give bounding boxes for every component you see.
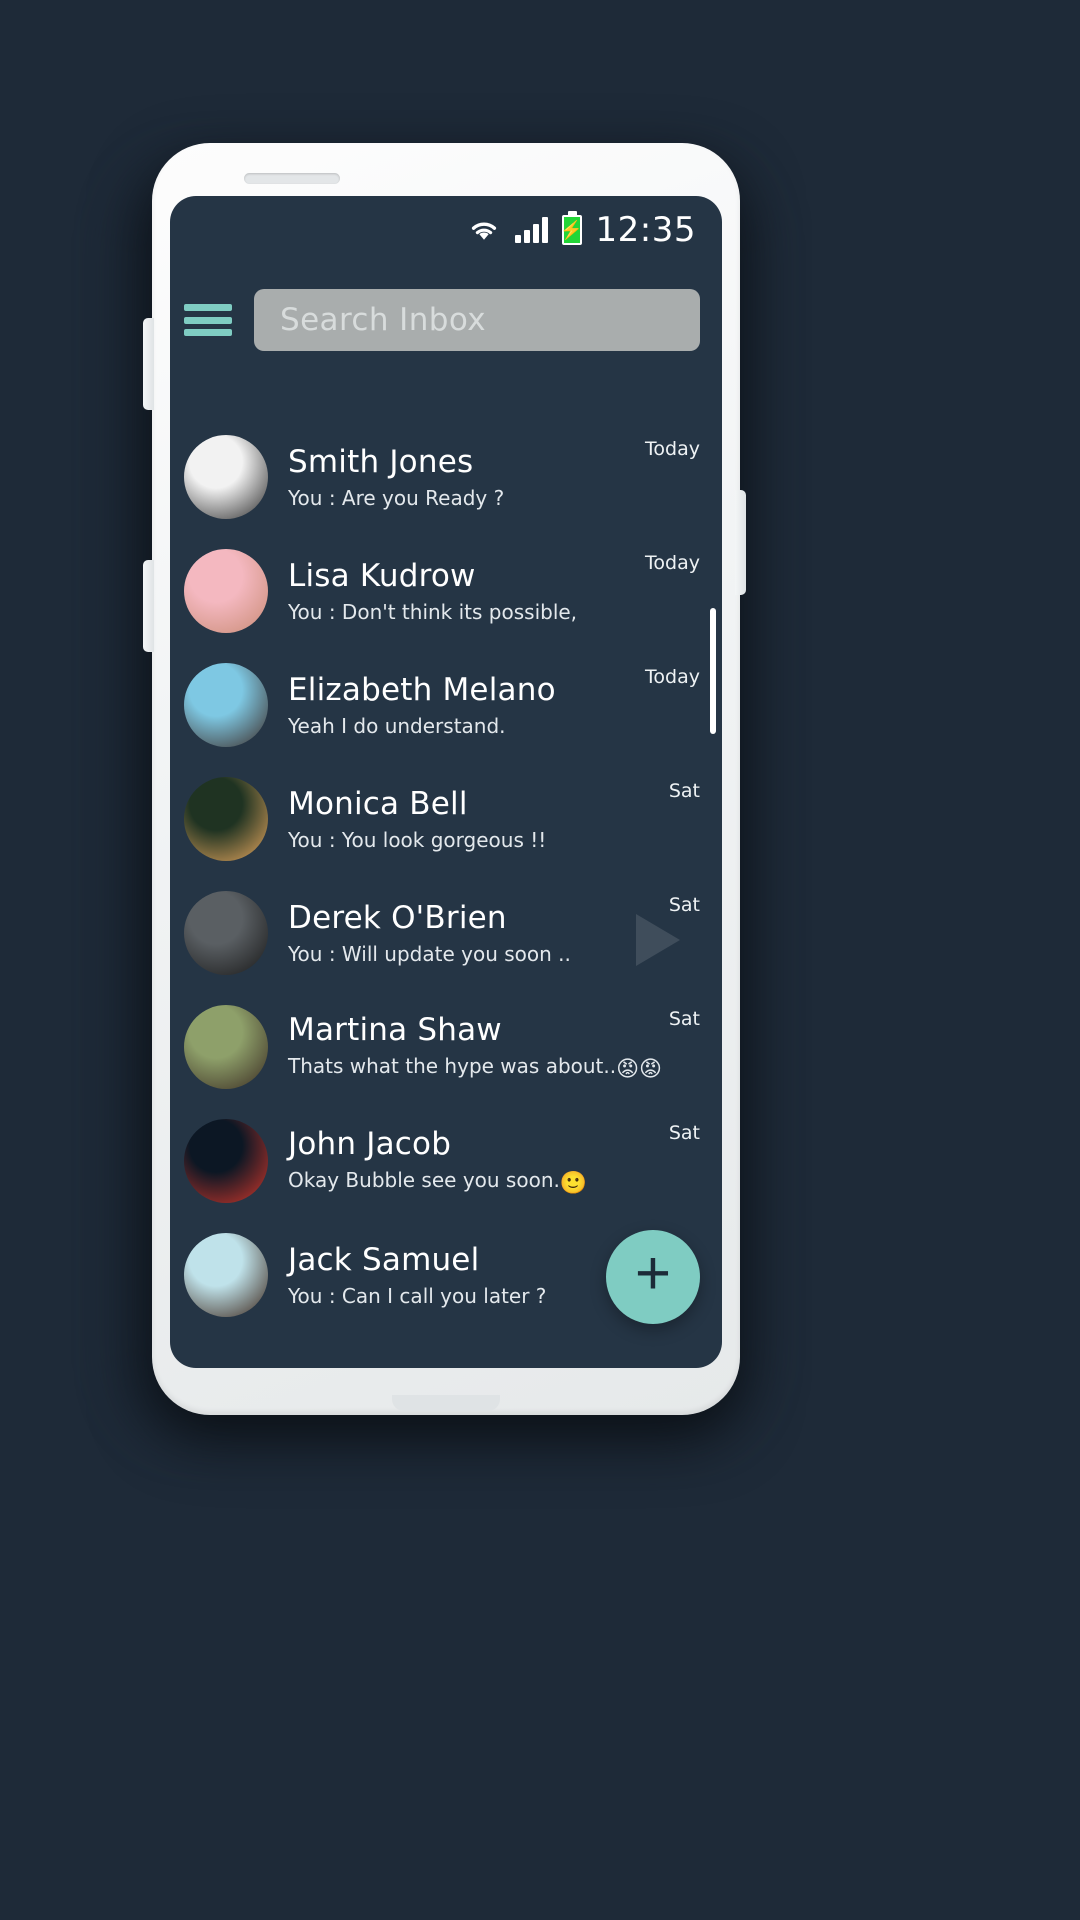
chat-message-preview-text: You : Are you Ready ?: [288, 486, 505, 511]
signal-bars-icon: [514, 217, 548, 243]
chat-text-block: Lisa Kudrow You : Don't think its possibl…: [288, 558, 635, 625]
status-bar-clock: 12:35: [595, 210, 696, 250]
emoji-icon: 😡😡: [616, 1057, 662, 1083]
play-triangle-icon: [636, 914, 680, 966]
avatar[interactable]: [184, 663, 268, 747]
chat-contact-name: Monica Bell: [288, 785, 468, 822]
chat-list-item[interactable]: Smith Jones You : Are you Ready ? Today: [170, 420, 722, 534]
status-bar: ⚡ 12:35: [170, 196, 722, 264]
chat-timestamp: Today: [645, 552, 700, 574]
avatar[interactable]: [184, 1119, 268, 1203]
chat-text-block: John Jacob Okay Bubble see you soon.🙂: [288, 1126, 659, 1197]
chat-message-preview-text: Okay Bubble see you soon.: [288, 1168, 560, 1193]
chat-message-preview-text: You : You look gorgeous !!: [288, 828, 547, 853]
chat-text-block: Smith Jones You : Are you Ready ?: [288, 444, 635, 511]
chat-message-preview: You : Will update you soon ..: [288, 942, 659, 966]
chat-text-block: Derek O'Brien You : Will update you soon …: [288, 900, 659, 967]
chat-timestamp: Today: [645, 438, 700, 460]
avatar[interactable]: [184, 891, 268, 975]
emoji-icon: 🙂: [559, 1171, 588, 1197]
screenshot-canvas: ⚡ 12:35 Search Inbox Smith Jones You : Ar…: [0, 0, 1080, 1920]
chat-message-preview: You : Are you Ready ?: [288, 486, 635, 510]
chat-text-block: Monica Bell You : You look gorgeous !!: [288, 786, 659, 853]
chat-text-block: Elizabeth Melano Yeah I do understand.: [288, 672, 635, 739]
avatar[interactable]: [184, 1233, 268, 1317]
chat-list-item[interactable]: Lisa Kudrow You : Don't think its possibl…: [170, 534, 722, 648]
chat-list-item[interactable]: Martina Shaw Thats what the hype was abou…: [170, 990, 722, 1104]
chat-list-item[interactable]: Monica Bell You : You look gorgeous !! Sat: [170, 762, 722, 876]
chat-list-item[interactable]: John Jacob Okay Bubble see you soon.🙂 Sat: [170, 1104, 722, 1218]
battery-charging-icon: ⚡: [560, 211, 583, 245]
chat-message-preview: Yeah I do understand.: [288, 714, 635, 738]
chat-message-preview-text: You : Will update you soon ..: [288, 942, 571, 967]
phone-earpiece-speaker: [244, 173, 340, 184]
avatar[interactable]: [184, 1005, 268, 1089]
chat-timestamp: Sat: [668, 894, 700, 916]
plus-icon: +: [634, 1239, 672, 1308]
chat-timestamp: Sat: [668, 1122, 700, 1144]
avatar[interactable]: [184, 549, 268, 633]
wifi-icon: [471, 222, 496, 240]
chat-list-item[interactable]: Elizabeth Melano Yeah I do understand. Tod…: [170, 648, 722, 762]
app-top-bar: Search Inbox: [170, 264, 722, 376]
chat-text-block: Martina Shaw Thats what the hype was abou…: [288, 1011, 662, 1083]
chat-message-preview-text: You : Can I call you later ?: [288, 1284, 547, 1309]
chat-message-preview-text: Yeah I do understand.: [288, 714, 506, 739]
chat-timestamp: Sat: [668, 1008, 700, 1030]
power-button[interactable]: [735, 490, 746, 595]
chat-contact-name: John Jacob: [288, 1125, 452, 1162]
chat-message-preview-text: You : Don't think its possible,: [288, 600, 578, 625]
volume-down-button[interactable]: [143, 560, 154, 652]
search-placeholder-text: Search Inbox: [280, 302, 486, 338]
chat-message-preview: Thats what the hype was about..😡😡: [288, 1054, 662, 1083]
chat-list[interactable]: Smith Jones You : Are you Ready ? Today Lis…: [170, 388, 722, 1368]
chat-contact-name: Elizabeth Melano: [288, 671, 556, 708]
chat-contact-name: Derek O'Brien: [288, 899, 507, 936]
chat-timestamp: Today: [645, 666, 700, 688]
avatar[interactable]: [184, 435, 268, 519]
search-input[interactable]: Search Inbox: [254, 289, 700, 351]
phone-screen: ⚡ 12:35 Search Inbox Smith Jones You : Ar…: [170, 196, 722, 1368]
chat-message-preview: You : You look gorgeous !!: [288, 828, 659, 852]
scrollbar-thumb[interactable]: [710, 608, 716, 734]
chat-message-preview: Okay Bubble see you soon.🙂: [288, 1168, 659, 1196]
volume-up-button[interactable]: [143, 318, 154, 410]
chat-timestamp: Sat: [668, 780, 700, 802]
chat-contact-name: Smith Jones: [288, 443, 474, 480]
chat-message-preview-text: Thats what the hype was about..: [288, 1054, 617, 1079]
chat-message-preview: You : Don't think its possible,: [288, 600, 635, 624]
chat-contact-name: Lisa Kudrow: [288, 557, 476, 594]
phone-home-indicator: [392, 1395, 500, 1411]
hamburger-menu-icon[interactable]: [184, 300, 232, 340]
avatar[interactable]: [184, 777, 268, 861]
chat-contact-name: Martina Shaw: [288, 1011, 502, 1048]
new-chat-fab-button[interactable]: +: [606, 1230, 700, 1324]
